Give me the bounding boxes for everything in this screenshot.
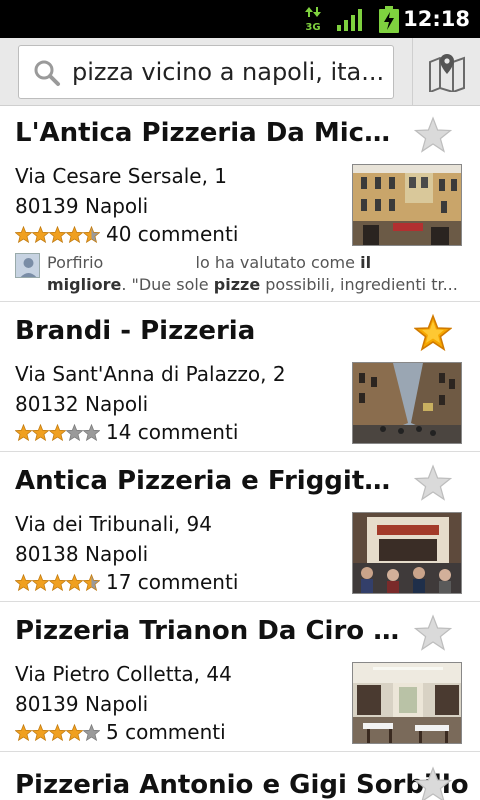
star-full-icon bbox=[49, 573, 66, 591]
status-bar: 3G 12:18 bbox=[0, 0, 480, 38]
map-view-button[interactable] bbox=[413, 38, 480, 106]
search-query: pizza vicino a napoli, ita... bbox=[72, 58, 385, 86]
star-full-icon bbox=[49, 225, 66, 243]
result-address-line1: Via Pietro Colletta, 44 bbox=[15, 662, 232, 686]
star-full-icon bbox=[32, 423, 49, 441]
result-name: Pizzeria Antonio e Gigi Sorbillo bbox=[15, 770, 469, 800]
clock: 12:18 bbox=[403, 7, 470, 31]
star-empty-icon bbox=[83, 423, 100, 441]
result-name: Brandi - Pizzeria bbox=[15, 316, 256, 346]
result-photo[interactable] bbox=[352, 512, 462, 594]
signal-icon bbox=[337, 9, 362, 31]
review-highlight: pizze bbox=[213, 275, 261, 294]
result-item[interactable]: Antica Pizzeria e Friggitoria Via dei Tr… bbox=[0, 452, 480, 602]
review-text: . "Due sole bbox=[121, 275, 209, 294]
star-full-icon bbox=[15, 723, 32, 741]
result-address-line1: Via Sant'Anna di Palazzo, 2 bbox=[15, 362, 286, 386]
search-header: pizza vicino a napoli, ita... bbox=[0, 38, 480, 106]
result-name: Antica Pizzeria e Friggitoria bbox=[15, 466, 407, 496]
star-full-icon bbox=[66, 723, 83, 741]
star-full-icon bbox=[15, 423, 32, 441]
review-line1: Porfirio lo ha valutato come il bbox=[47, 252, 371, 274]
favorite-star-icon[interactable] bbox=[414, 614, 452, 652]
favorite-star-icon[interactable] bbox=[414, 766, 452, 800]
review-text: lo ha valutato come bbox=[195, 253, 355, 272]
result-address-line1: Via dei Tribunali, 94 bbox=[15, 512, 212, 536]
star-half-icon bbox=[83, 573, 100, 591]
result-photo[interactable] bbox=[352, 164, 462, 246]
svg-text:3G: 3G bbox=[305, 22, 320, 32]
search-icon bbox=[34, 60, 60, 86]
review-highlight: il bbox=[360, 253, 372, 272]
result-address-line2: 80138 Napoli bbox=[15, 542, 149, 566]
result-address-line2: 80132 Napoli bbox=[15, 392, 149, 416]
star-half-icon bbox=[83, 225, 100, 243]
review-count: 40 commenti bbox=[106, 222, 239, 246]
rating: 14 commenti bbox=[15, 420, 239, 444]
star-empty-icon bbox=[66, 423, 83, 441]
star-full-icon bbox=[32, 723, 49, 741]
review-count: 14 commenti bbox=[106, 420, 239, 444]
data-3g-icon: 3G bbox=[305, 7, 321, 32]
review-highlight: migliore bbox=[47, 275, 122, 294]
review-line2: migliore. "Due sole pizze possibili, ing… bbox=[47, 274, 467, 296]
rating: 40 commenti bbox=[15, 222, 239, 246]
favorite-star-icon[interactable] bbox=[414, 314, 452, 352]
star-full-icon bbox=[66, 225, 83, 243]
star-empty-icon bbox=[83, 723, 100, 741]
favorite-star-icon[interactable] bbox=[414, 464, 452, 502]
rating-stars bbox=[15, 423, 100, 441]
review-count: 17 commenti bbox=[106, 570, 239, 594]
result-name: Pizzeria Trianon Da Ciro Di Le... bbox=[15, 616, 407, 646]
result-name: L'Antica Pizzeria Da Michele bbox=[15, 118, 407, 148]
result-item[interactable]: Pizzeria Trianon Da Ciro Di Le... Via Pi… bbox=[0, 602, 480, 752]
rating: 17 commenti bbox=[15, 570, 239, 594]
star-full-icon bbox=[32, 225, 49, 243]
favorite-star-icon[interactable] bbox=[414, 116, 452, 154]
battery-charging-icon bbox=[379, 6, 399, 33]
result-address-line1: Via Cesare Sersale, 1 bbox=[15, 164, 228, 188]
result-item[interactable]: Pizzeria Antonio e Gigi Sorbillo bbox=[0, 752, 480, 800]
result-item[interactable]: Brandi - Pizzeria Via Sant'Anna di Palaz… bbox=[0, 302, 480, 452]
rating-stars bbox=[15, 723, 100, 741]
star-full-icon bbox=[49, 723, 66, 741]
rating: 5 commenti bbox=[15, 720, 226, 744]
star-full-icon bbox=[15, 573, 32, 591]
star-full-icon bbox=[15, 225, 32, 243]
result-photo[interactable] bbox=[352, 362, 462, 444]
map-icon bbox=[429, 54, 465, 92]
star-full-icon bbox=[32, 573, 49, 591]
review-author: Porfirio bbox=[47, 253, 104, 272]
result-address-line2: 80139 Napoli bbox=[15, 194, 149, 218]
review-count: 5 commenti bbox=[106, 720, 226, 744]
rating-stars bbox=[15, 573, 100, 591]
review-text: possibili, ingredienti tr... bbox=[265, 275, 458, 294]
reviewer-avatar bbox=[15, 253, 40, 278]
result-address-line2: 80139 Napoli bbox=[15, 692, 149, 716]
results-list: L'Antica Pizzeria Da Michele Via Cesare … bbox=[0, 106, 480, 800]
star-full-icon bbox=[49, 423, 66, 441]
result-photo[interactable] bbox=[352, 662, 462, 744]
result-item[interactable]: L'Antica Pizzeria Da Michele Via Cesare … bbox=[0, 106, 480, 302]
search-input[interactable]: pizza vicino a napoli, ita... bbox=[18, 45, 394, 99]
star-full-icon bbox=[66, 573, 83, 591]
rating-stars bbox=[15, 225, 100, 243]
